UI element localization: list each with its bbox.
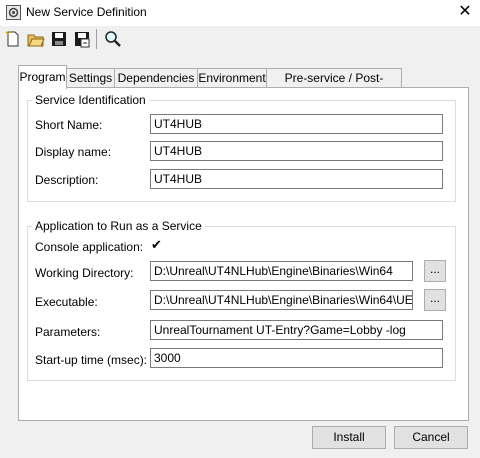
save-as-icon[interactable] bbox=[73, 30, 91, 48]
close-button[interactable]: ✕ bbox=[454, 2, 476, 22]
short-name-label: Short Name: bbox=[35, 118, 103, 132]
working-directory-browse-button[interactable]: ... bbox=[424, 260, 446, 282]
tab-dependencies[interactable]: Dependencies bbox=[114, 68, 198, 88]
cancel-button[interactable]: Cancel bbox=[394, 426, 468, 449]
display-name-field[interactable]: UT4HUB bbox=[150, 141, 443, 161]
application-legend: Application to Run as a Service bbox=[32, 219, 205, 233]
search-icon[interactable] bbox=[104, 30, 122, 48]
parameters-label: Parameters: bbox=[35, 325, 101, 339]
description-field[interactable]: UT4HUB bbox=[150, 169, 443, 189]
window-title: New Service Definition bbox=[26, 5, 147, 19]
display-name-label: Display name: bbox=[35, 145, 112, 159]
tab-program[interactable]: Program bbox=[18, 65, 67, 89]
install-button[interactable]: Install bbox=[312, 426, 386, 449]
working-directory-label: Working Directory: bbox=[35, 266, 134, 280]
executable-browse-button[interactable]: ... bbox=[424, 289, 446, 311]
console-application-label: Console application: bbox=[35, 240, 144, 254]
startup-time-field[interactable]: 3000 bbox=[150, 348, 443, 368]
new-file-icon[interactable] bbox=[4, 30, 22, 48]
working-directory-field[interactable]: D:\Unreal\UT4NLHub\Engine\Binaries\Win64 bbox=[150, 261, 413, 281]
executable-field[interactable]: D:\Unreal\UT4NLHub\Engine\Binaries\Win64… bbox=[150, 290, 413, 310]
checkmark-icon: ✔ bbox=[151, 237, 162, 252]
toolbar-separator bbox=[96, 29, 97, 49]
executable-label: Executable: bbox=[35, 295, 98, 309]
console-application-checkbox[interactable]: ✔ bbox=[151, 238, 162, 251]
close-icon: ✕ bbox=[458, 3, 472, 20]
tab-pre-post-service[interactable]: Pre-service / Post-service bbox=[266, 68, 402, 103]
save-icon[interactable] bbox=[50, 30, 68, 48]
service-app-icon bbox=[6, 5, 21, 20]
tab-environment[interactable]: Environment bbox=[197, 68, 267, 88]
service-identification-legend: Service Identification bbox=[32, 93, 149, 107]
tab-settings[interactable]: Settings bbox=[66, 68, 115, 88]
description-label: Description: bbox=[35, 173, 99, 187]
parameters-field[interactable]: UnrealTournament UT-Entry?Game=Lobby -lo… bbox=[150, 320, 443, 340]
toolbar bbox=[0, 26, 480, 52]
open-folder-icon[interactable] bbox=[27, 30, 45, 48]
startup-time-label: Start-up time (msec): bbox=[35, 353, 148, 367]
short-name-field[interactable]: UT4HUB bbox=[150, 114, 443, 134]
